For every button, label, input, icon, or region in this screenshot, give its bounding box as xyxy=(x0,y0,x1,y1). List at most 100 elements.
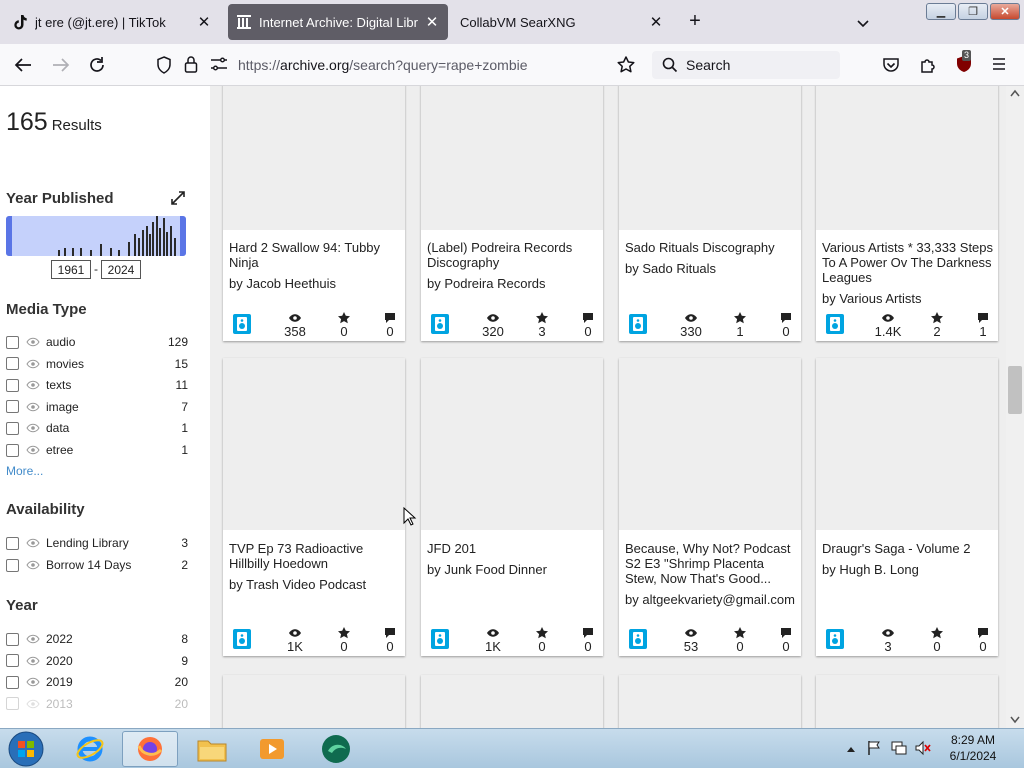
result-title[interactable]: Because, Why Not? Podcast S2 E3 "Shrimp … xyxy=(625,541,797,586)
pocket-icon[interactable] xyxy=(882,56,900,79)
permissions-icon[interactable] xyxy=(210,57,228,76)
result-card[interactable]: Sado Rituals Discography by Sado Rituals 3… xyxy=(619,86,801,341)
result-card[interactable]: Draugr's Saga - Volume 2 by Hugh B. Long 3… xyxy=(816,358,998,656)
eye-icon[interactable] xyxy=(26,560,40,570)
minimize-button[interactable]: ▁ xyxy=(926,3,956,20)
result-card-placeholder[interactable] xyxy=(619,675,801,728)
start-button[interactable] xyxy=(6,730,46,768)
taskbar-firefox-icon[interactable] xyxy=(122,731,178,767)
taskbar-explorer-icon[interactable] xyxy=(184,731,240,767)
eye-icon[interactable] xyxy=(26,359,40,369)
result-card-placeholder[interactable] xyxy=(223,675,405,728)
media-type-facet-row[interactable]: etree 1 xyxy=(6,440,188,460)
media-type-facet-row[interactable]: audio 129 xyxy=(6,332,188,352)
facet-checkbox[interactable] xyxy=(6,536,19,550)
result-title[interactable]: Sado Rituals Discography xyxy=(625,240,797,255)
list-tabs-chevron-icon[interactable] xyxy=(852,12,874,34)
result-thumbnail[interactable] xyxy=(223,86,405,230)
facet-checkbox[interactable] xyxy=(6,335,19,349)
eye-icon[interactable] xyxy=(26,402,40,412)
media-type-facet-row[interactable]: image 7 xyxy=(6,397,188,417)
result-title[interactable]: TVP Ep 73 Radioactive Hillbilly Hoedown xyxy=(229,541,401,571)
result-thumbnail[interactable] xyxy=(421,86,603,230)
facet-checkbox[interactable] xyxy=(6,558,19,572)
action-center-flag-icon[interactable] xyxy=(866,740,882,756)
histogram-max-handle[interactable] xyxy=(180,216,186,256)
more-media-types-link[interactable]: More... xyxy=(6,464,43,478)
result-thumbnail[interactable] xyxy=(223,358,405,530)
facet-checkbox[interactable] xyxy=(6,654,19,668)
result-thumbnail[interactable] xyxy=(816,675,998,728)
scroll-down-icon[interactable] xyxy=(1010,716,1020,724)
facet-checkbox[interactable] xyxy=(6,357,19,371)
year-facet-row[interactable]: 2013 20 xyxy=(6,694,188,714)
result-card[interactable]: Various Artists * 33,333 Steps To A Powe… xyxy=(816,86,998,341)
year-facet-row[interactable]: 2019 20 xyxy=(6,672,188,692)
result-thumbnail[interactable] xyxy=(421,358,603,530)
reload-button[interactable] xyxy=(84,53,110,77)
ublock-origin-icon[interactable]: 3 xyxy=(954,50,974,74)
eye-icon[interactable] xyxy=(26,337,40,347)
new-tab-button[interactable]: + xyxy=(684,10,706,32)
result-card[interactable]: TVP Ep 73 Radioactive Hillbilly Hoedown b… xyxy=(223,358,405,656)
media-type-facet-row[interactable]: texts 11 xyxy=(6,375,188,395)
result-thumbnail[interactable] xyxy=(223,675,405,728)
hamburger-menu-icon[interactable] xyxy=(990,56,1008,77)
close-tab-icon[interactable]: ✕ xyxy=(196,13,212,31)
url-text[interactable]: https://archive.org/search?query=rape+zo… xyxy=(238,57,528,73)
taskbar-clock[interactable]: 8:29 AM 6/1/2024 xyxy=(938,732,1008,764)
result-thumbnail[interactable] xyxy=(619,86,801,230)
result-card[interactable]: Because, Why Not? Podcast S2 E3 "Shrimp … xyxy=(619,358,801,656)
result-thumbnail[interactable] xyxy=(816,358,998,530)
year-to-input[interactable]: 2024 xyxy=(101,260,141,279)
result-card[interactable]: Hard 2 Swallow 94: Tubby Ninja by Jacob H… xyxy=(223,86,405,341)
eye-icon[interactable] xyxy=(26,634,40,644)
result-card-placeholder[interactable] xyxy=(816,675,998,728)
result-thumbnail[interactable] xyxy=(619,358,801,530)
show-hidden-icons-icon[interactable] xyxy=(846,745,856,753)
expand-histogram-icon[interactable] xyxy=(170,190,186,211)
eye-icon[interactable] xyxy=(26,380,40,390)
result-card[interactable]: JFD 201 by Junk Food Dinner 1K 0 0 xyxy=(421,358,603,656)
result-card[interactable]: (Label) Podreira Records Discography by P… xyxy=(421,86,603,341)
extensions-puzzle-icon[interactable] xyxy=(919,56,937,79)
eye-icon[interactable] xyxy=(26,699,40,709)
close-window-button[interactable]: ✕ xyxy=(990,3,1020,20)
search-input[interactable]: Search xyxy=(652,51,840,79)
facet-checkbox[interactable] xyxy=(6,675,19,689)
maximize-button[interactable]: ❐ xyxy=(958,3,988,20)
eye-icon[interactable] xyxy=(26,656,40,666)
network-icon[interactable] xyxy=(890,740,908,756)
taskbar-app-icon[interactable] xyxy=(308,731,364,767)
result-title[interactable]: (Label) Podreira Records Discography xyxy=(427,240,599,270)
eye-icon[interactable] xyxy=(26,423,40,433)
facet-checkbox[interactable] xyxy=(6,697,19,711)
facet-checkbox[interactable] xyxy=(6,632,19,646)
result-card-placeholder[interactable] xyxy=(421,675,603,728)
lock-icon[interactable] xyxy=(184,55,198,78)
result-thumbnail[interactable] xyxy=(619,675,801,728)
media-type-facet-row[interactable]: movies 15 xyxy=(6,354,188,374)
result-title[interactable]: Hard 2 Swallow 94: Tubby Ninja xyxy=(229,240,401,270)
facet-checkbox[interactable] xyxy=(6,443,19,457)
tracking-protection-shield-icon[interactable] xyxy=(156,56,172,79)
scrollbar-thumb[interactable] xyxy=(1008,366,1022,414)
close-tab-icon[interactable]: ✕ xyxy=(424,13,440,31)
forward-button[interactable] xyxy=(48,53,74,77)
histogram-min-handle[interactable] xyxy=(6,216,12,256)
taskbar-ie-icon[interactable] xyxy=(62,731,118,767)
result-thumbnail[interactable] xyxy=(816,86,998,230)
bookmark-star-icon[interactable] xyxy=(616,55,636,80)
result-title[interactable]: JFD 201 xyxy=(427,541,599,556)
tab-internet-archive[interactable]: Internet Archive: Digital Library ✕ xyxy=(228,4,448,40)
media-type-facet-row[interactable]: data 1 xyxy=(6,418,188,438)
year-facet-row[interactable]: 2022 8 xyxy=(6,629,188,649)
close-tab-icon[interactable]: ✕ xyxy=(648,13,664,31)
eye-icon[interactable] xyxy=(26,538,40,548)
year-facet-row[interactable]: 2020 9 xyxy=(6,651,188,671)
eye-icon[interactable] xyxy=(26,445,40,455)
facet-checkbox[interactable] xyxy=(6,378,19,392)
availability-facet-row[interactable]: Borrow 14 Days 2 xyxy=(6,555,188,575)
year-histogram[interactable] xyxy=(6,216,186,256)
tab-searxng[interactable]: CollabVM SearXNG ✕ xyxy=(452,4,672,40)
